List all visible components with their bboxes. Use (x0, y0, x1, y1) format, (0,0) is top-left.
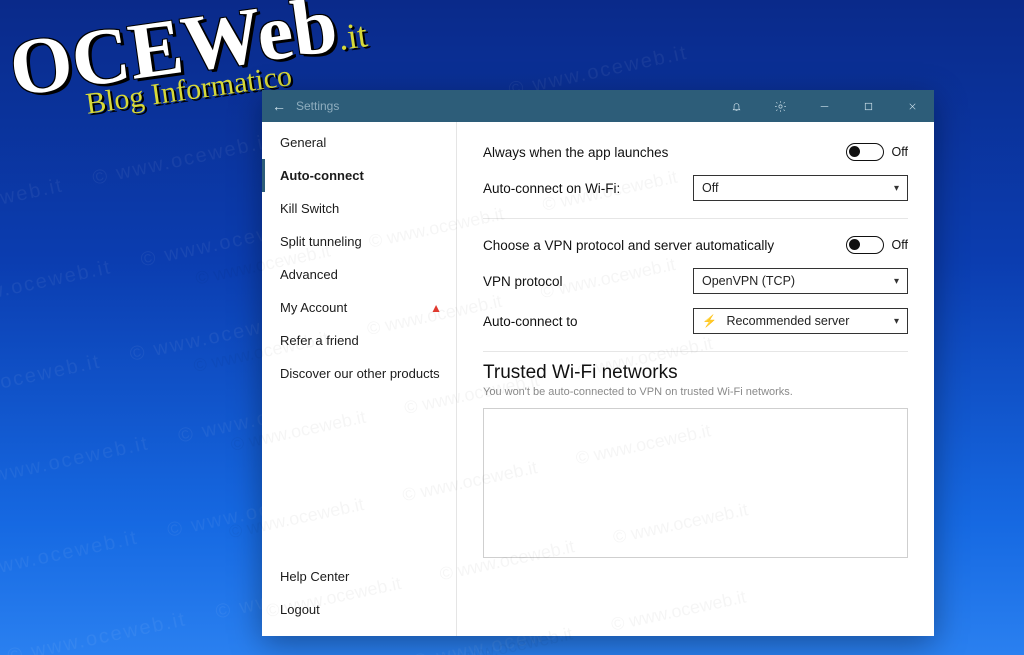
dropdown-wifi-value: Off (702, 181, 718, 195)
chevron-down-icon: ▾ (894, 183, 899, 194)
sidebar-item-label: Help Center (280, 569, 349, 584)
divider (483, 351, 908, 352)
page-backdrop: © www.oceweb.it © www.oceweb.it © www.oc… (0, 0, 1024, 655)
sidebar-item-logout[interactable]: Logout (262, 593, 456, 626)
settings-button[interactable] (758, 90, 802, 122)
row-launch-toggle: Always when the app launches Off (483, 136, 908, 168)
bell-icon (730, 100, 743, 113)
dropdown-connect-to[interactable]: ⚡ Recommended server ▾ (693, 308, 908, 334)
sidebar-item-label: Discover our other products (280, 366, 440, 381)
row-connect-to: Auto-connect to ⚡ Recommended server ▾ (483, 301, 908, 341)
toggle-auto-protocol-state: Off (892, 238, 908, 252)
back-button[interactable]: ← (270, 98, 288, 114)
maximize-button[interactable] (846, 90, 890, 122)
sidebar-item-label: Auto-connect (280, 168, 364, 183)
chevron-down-icon: ▾ (894, 276, 899, 287)
label-vpn-protocol: VPN protocol (483, 274, 563, 289)
app-window: © www.oceweb.it © www.oceweb.it © www.oc… (262, 90, 934, 636)
sidebar-item-general[interactable]: General (262, 126, 456, 159)
dropdown-vpn-protocol-value: OpenVPN (TCP) (702, 274, 795, 288)
sidebar-item-help-center[interactable]: Help Center (262, 560, 456, 593)
sidebar-item-label: Advanced (280, 267, 338, 282)
sidebar-item-label: Logout (280, 602, 320, 617)
toggle-launch[interactable] (846, 143, 884, 161)
sidebar: General Auto-connect Kill Switch Split t… (262, 122, 457, 636)
trusted-subtitle: You won't be auto-connected to VPN on tr… (483, 386, 908, 398)
sidebar-item-advanced[interactable]: Advanced (262, 258, 456, 291)
toggle-auto-protocol[interactable] (846, 236, 884, 254)
sidebar-item-refer-friend[interactable]: Refer a friend (262, 324, 456, 357)
sidebar-item-label: Kill Switch (280, 201, 339, 216)
toggle-launch-state: Off (892, 145, 908, 159)
dropdown-vpn-protocol[interactable]: OpenVPN (TCP) ▾ (693, 268, 908, 294)
label-launch: Always when the app launches (483, 145, 668, 160)
sidebar-bottom: Help Center Logout (262, 560, 456, 636)
label-auto-protocol: Choose a VPN protocol and server automat… (483, 238, 774, 253)
label-wifi: Auto-connect on Wi-Fi: (483, 181, 620, 196)
sidebar-item-label: Refer a friend (280, 333, 359, 348)
chevron-down-icon: ▾ (894, 316, 899, 327)
site-logo-suffix: .it (335, 14, 369, 58)
row-vpn-protocol: VPN protocol OpenVPN (TCP) ▾ (483, 261, 908, 301)
dropdown-connect-to-value: Recommended server (726, 314, 849, 328)
gear-icon (774, 100, 787, 113)
sidebar-item-discover-products[interactable]: Discover our other products (262, 357, 456, 390)
trusted-networks-list[interactable] (483, 408, 908, 558)
sidebar-item-auto-connect[interactable]: Auto-connect (262, 159, 456, 192)
sidebar-item-label: Split tunneling (280, 234, 362, 249)
sidebar-item-my-account[interactable]: My Account ▲ (262, 291, 456, 324)
sidebar-item-split-tunneling[interactable]: Split tunneling (262, 225, 456, 258)
row-auto-protocol: Choose a VPN protocol and server automat… (483, 229, 908, 261)
label-connect-to: Auto-connect to (483, 314, 578, 329)
minimize-button[interactable] (802, 90, 846, 122)
minimize-icon (818, 100, 831, 113)
alert-icon: ▲ (430, 301, 442, 315)
maximize-icon (862, 100, 875, 113)
close-button[interactable] (890, 90, 934, 122)
quick-connect-icon: ⚡ (702, 314, 717, 328)
titlebar: ← Settings (262, 90, 934, 122)
row-wifi-autoconnect: Auto-connect on Wi-Fi: Off ▾ (483, 168, 908, 208)
sidebar-nav: General Auto-connect Kill Switch Split t… (262, 126, 456, 560)
trusted-title: Trusted Wi-Fi networks (483, 362, 908, 384)
notifications-button[interactable] (714, 90, 758, 122)
sidebar-item-kill-switch[interactable]: Kill Switch (262, 192, 456, 225)
sidebar-item-label: General (280, 135, 326, 150)
close-icon (907, 101, 918, 112)
sidebar-item-label: My Account (280, 300, 347, 315)
window-title: Settings (296, 99, 339, 113)
dropdown-wifi[interactable]: Off ▾ (693, 175, 908, 201)
divider (483, 218, 908, 219)
content-pane: Always when the app launches Off Auto-co… (457, 122, 934, 636)
